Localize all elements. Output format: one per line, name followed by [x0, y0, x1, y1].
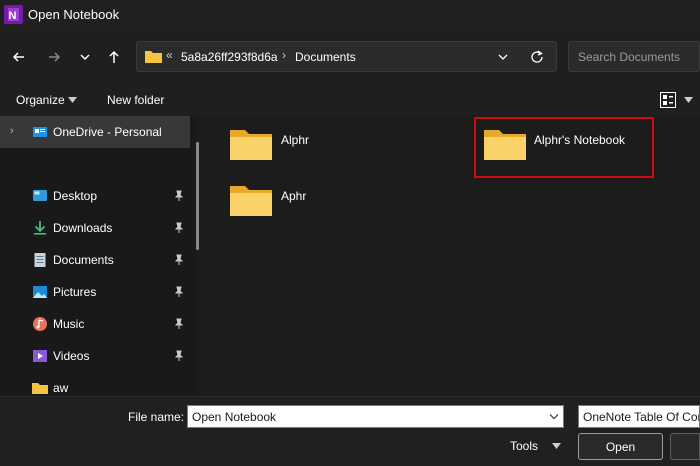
sidebar-item-onedrive[interactable]: › OneDrive - Personal — [0, 116, 190, 148]
view-options-icon[interactable] — [660, 92, 676, 108]
pictures-icon — [33, 286, 47, 298]
file-type-value: OneNote Table Of Contents — [583, 410, 699, 424]
new-folder-button[interactable]: New folder — [107, 93, 164, 107]
sidebar-item-label: Pictures — [53, 285, 97, 299]
breadcrumb-segment[interactable]: Documents — [295, 50, 356, 64]
navigation-pane: › OneDrive - Personal Desktop Downloads — [0, 116, 196, 396]
caret-down-icon[interactable] — [684, 97, 693, 103]
back-arrow-icon[interactable] — [9, 47, 29, 67]
address-bar[interactable]: « 5a8a26ff293f8d6a › Documents — [136, 41, 557, 72]
organize-button[interactable]: Organize — [16, 93, 65, 107]
folder-icon — [145, 51, 162, 63]
search-input[interactable]: Search Documents — [568, 41, 700, 72]
documents-icon — [34, 253, 46, 267]
sidebar-item-desktop[interactable]: Desktop — [0, 180, 190, 212]
pin-icon[interactable] — [173, 318, 185, 330]
sidebar-item-documents[interactable]: Documents — [0, 244, 190, 276]
file-name-value: Open Notebook — [192, 410, 277, 424]
cancel-button[interactable] — [670, 433, 700, 460]
refresh-icon[interactable] — [529, 49, 545, 65]
file-type-select[interactable]: OneNote Table Of Contents — [578, 405, 700, 428]
onenote-icon: N — [4, 5, 23, 24]
file-name-field[interactable]: Open Notebook — [187, 405, 564, 428]
music-icon — [33, 317, 47, 331]
open-button-label: Open — [605, 440, 636, 454]
tools-button[interactable]: Tools — [510, 439, 538, 453]
caret-down-icon[interactable] — [68, 97, 77, 103]
expand-chevron[interactable]: › — [10, 125, 14, 137]
pin-icon[interactable] — [173, 254, 185, 266]
breadcrumb-separator[interactable]: › — [282, 48, 286, 62]
sidebar-item-label: OneDrive - Personal — [53, 125, 162, 139]
videos-icon — [33, 350, 47, 362]
sidebar-item-pictures[interactable]: Pictures — [0, 276, 190, 308]
caret-down-icon[interactable] — [552, 443, 561, 449]
svg-text:N: N — [9, 10, 17, 22]
sidebar-item-videos[interactable]: Videos — [0, 340, 190, 372]
highlight-box — [474, 117, 654, 178]
breadcrumb-segment[interactable]: 5a8a26ff293f8d6a — [181, 50, 278, 64]
folder-icon — [32, 383, 48, 394]
folder-icon — [230, 130, 272, 160]
downloads-icon — [34, 221, 46, 235]
open-button[interactable]: Open — [578, 433, 663, 460]
pin-icon[interactable] — [173, 222, 185, 234]
pin-icon[interactable] — [173, 350, 185, 362]
sidebar-item-music[interactable]: Music — [0, 308, 190, 340]
sidebar-item-label: Downloads — [53, 221, 113, 235]
sidebar-item-label: Desktop — [53, 189, 98, 203]
folder-name: Alphr — [281, 133, 310, 147]
folder-name: Aphr — [281, 189, 307, 203]
recent-locations-chevron-icon[interactable] — [75, 47, 95, 67]
sidebar-item-label: aw — [53, 381, 69, 395]
folder-icon — [230, 186, 272, 216]
command-bar — [0, 84, 700, 116]
pin-icon[interactable] — [173, 286, 185, 298]
file-name-label: File name: — [128, 410, 185, 424]
sidebar-scrollbar[interactable] — [196, 142, 199, 250]
pin-icon[interactable] — [173, 190, 185, 202]
desktop-icon — [33, 190, 47, 201]
window-title: Open Notebook — [28, 7, 120, 22]
overflow-chevron[interactable]: « — [166, 48, 173, 62]
sidebar-item-label: Videos — [53, 349, 90, 363]
sidebar-item-downloads[interactable]: Downloads — [0, 212, 190, 244]
folder-item[interactable]: Aphr — [229, 182, 329, 222]
up-arrow-icon[interactable] — [104, 47, 124, 67]
forward-arrow-icon[interactable] — [44, 47, 64, 67]
sidebar-item-label: Music — [53, 317, 85, 331]
chevron-down-icon[interactable] — [497, 51, 509, 63]
chevron-down-icon[interactable] — [549, 412, 559, 421]
onedrive-icon — [33, 127, 47, 137]
sidebar-item-label: Documents — [53, 253, 114, 267]
folder-item[interactable]: Alphr — [229, 126, 329, 166]
search-placeholder: Search Documents — [578, 50, 681, 64]
title-bar: N Open Notebook — [0, 0, 700, 30]
